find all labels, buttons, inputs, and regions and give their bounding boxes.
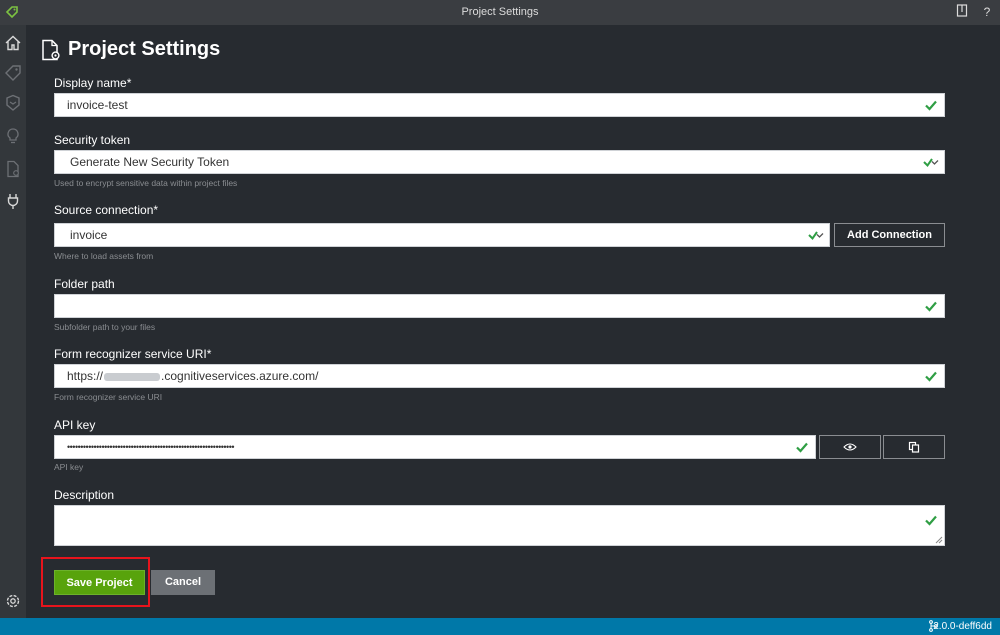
copy-icon xyxy=(908,441,920,453)
security-token-label: Security token xyxy=(54,133,131,147)
sidebar xyxy=(0,25,26,618)
valid-check-icon xyxy=(925,301,937,312)
model-icon[interactable] xyxy=(3,93,23,113)
valid-check-icon xyxy=(925,371,937,382)
plug-icon[interactable] xyxy=(3,191,23,211)
valid-check-icon xyxy=(925,515,937,526)
copy-key-button[interactable] xyxy=(883,435,945,459)
display-name-label: Display name* xyxy=(54,76,132,90)
add-connection-button[interactable]: Add Connection xyxy=(834,223,945,247)
resize-handle-icon[interactable] xyxy=(935,536,943,544)
api-key-input[interactable]: ••••••••••••••••••••••••••••••••••••••••… xyxy=(54,435,816,459)
description-textarea[interactable] xyxy=(54,505,945,546)
help-icon[interactable]: ? xyxy=(979,4,995,20)
source-connection-help: Where to load assets from xyxy=(54,251,154,261)
home-icon[interactable] xyxy=(3,33,23,53)
highlight-box xyxy=(41,557,150,607)
api-key-label: API key xyxy=(54,418,96,432)
api-key-help: API key xyxy=(54,462,84,472)
project-file-icon xyxy=(42,39,60,61)
security-token-value: Generate New Security Token xyxy=(70,155,230,169)
page-title: Project Settings xyxy=(68,38,221,60)
valid-check-icon xyxy=(796,442,808,453)
description-label: Description xyxy=(54,488,115,502)
source-connection-value: invoice xyxy=(70,228,108,242)
uri-prefix: https:// xyxy=(67,369,104,383)
form-recognizer-uri-help: Form recognizer service URI xyxy=(54,392,163,402)
valid-check-chevron-icon xyxy=(808,231,824,241)
valid-check-chevron-icon xyxy=(923,158,939,168)
display-name-input[interactable]: invoice-test xyxy=(54,93,945,117)
security-token-select[interactable]: Generate New Security Token xyxy=(54,150,945,174)
source-connection-label: Source connection* xyxy=(54,203,159,217)
source-connection-select[interactable]: invoice xyxy=(54,223,830,247)
lightbulb-icon[interactable] xyxy=(3,126,23,146)
api-key-value: ••••••••••••••••••••••••••••••••••••••••… xyxy=(67,442,235,452)
eye-icon xyxy=(843,443,857,451)
security-token-help: Used to encrypt sensitive data within pr… xyxy=(54,178,238,188)
tag-icon[interactable] xyxy=(3,63,23,83)
folder-path-help: Subfolder path to your files xyxy=(54,322,156,332)
title-bar: Project Settings ? xyxy=(0,0,1000,25)
uri-suffix: .cognitiveservices.azure.com/ xyxy=(161,369,319,383)
version-label: 2.0.0-deff6dd xyxy=(933,621,992,632)
show-key-button[interactable] xyxy=(819,435,881,459)
form-recognizer-uri-label: Form recognizer service URI* xyxy=(54,347,212,361)
folder-path-input[interactable] xyxy=(54,294,945,318)
valid-check-icon xyxy=(925,100,937,111)
redacted-resource-name xyxy=(104,372,161,381)
cancel-button[interactable]: Cancel xyxy=(151,570,215,595)
settings-gear-icon[interactable] xyxy=(3,591,23,611)
project-settings-icon[interactable] xyxy=(3,159,23,179)
form-recognizer-uri-input[interactable]: https:// .cognitiveservices.azure.com/ xyxy=(54,364,945,388)
folder-path-label: Folder path xyxy=(54,277,115,291)
status-bar: 2.0.0-deff6dd xyxy=(0,618,1000,635)
window-title: Project Settings xyxy=(461,6,539,18)
book-icon[interactable] xyxy=(954,4,970,20)
display-name-value: invoice-test xyxy=(67,98,128,112)
